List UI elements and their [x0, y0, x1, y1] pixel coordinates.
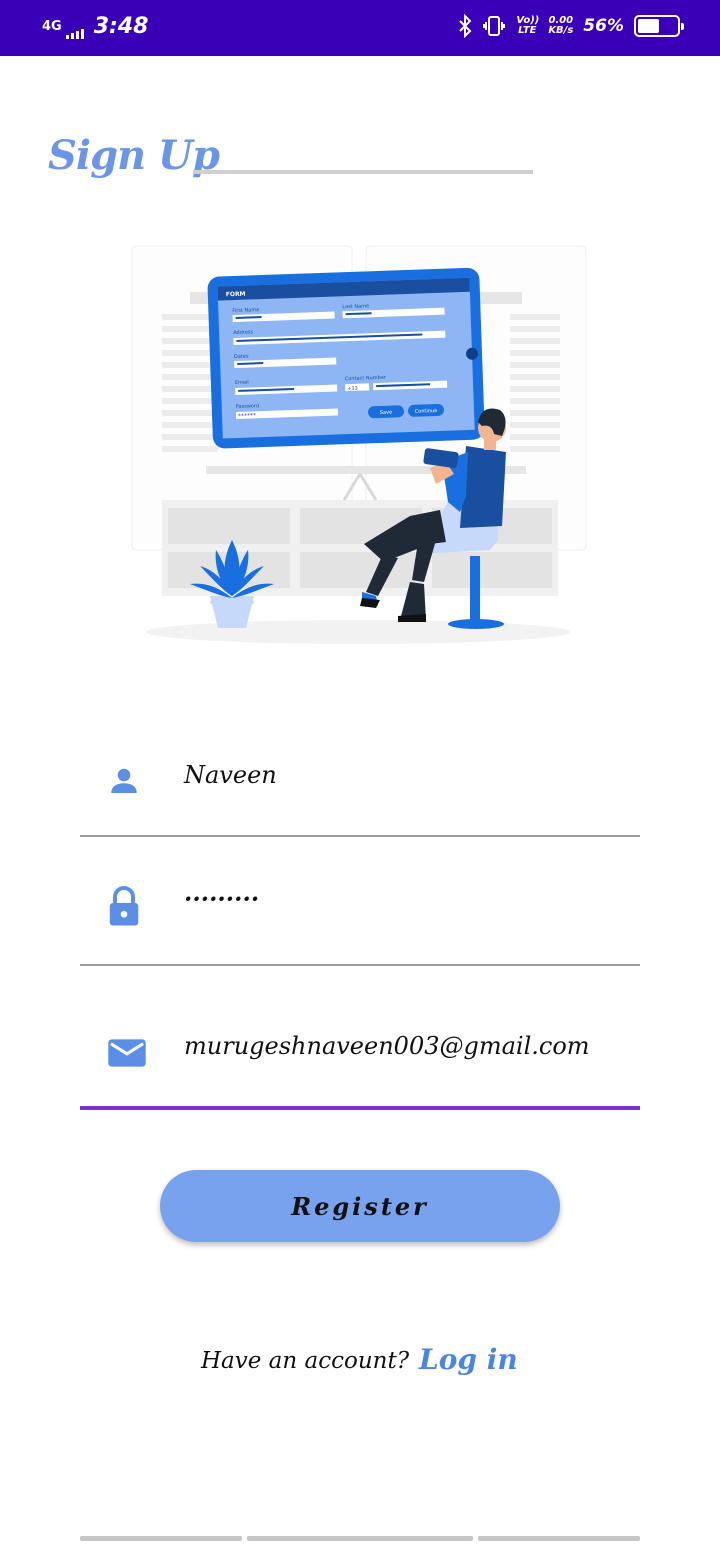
status-time: 3:48 — [93, 14, 149, 39]
login-link[interactable]: Log in — [419, 1343, 518, 1376]
person-icon — [111, 768, 137, 793]
password-input[interactable]: ········· — [184, 884, 259, 913]
svg-text:Email: Email — [235, 380, 249, 386]
signal-icon — [65, 25, 84, 39]
nav-bar-middle[interactable] — [247, 1536, 473, 1541]
svg-text:Password: Password — [236, 403, 260, 410]
status-left: 4G 3:48 — [42, 14, 148, 39]
email-input[interactable]: murugeshnaveen003@gmail.com — [184, 1032, 590, 1060]
nav-bar-left[interactable] — [80, 1536, 242, 1541]
svg-text:Last Name: Last Name — [342, 303, 369, 310]
bluetooth-icon — [459, 14, 472, 38]
mail-icon — [108, 1039, 146, 1067]
vibrate-icon — [483, 16, 506, 36]
svg-text:Address: Address — [233, 329, 254, 336]
battery-icon — [634, 15, 684, 37]
username-field[interactable]: Naveen — [80, 745, 640, 839]
network-type: 4G — [42, 18, 62, 34]
network-speed: 0.00 KB/s — [548, 15, 574, 36]
svg-text:Continue: Continue — [415, 408, 438, 415]
lock-icon — [109, 886, 139, 926]
svg-text:Save: Save — [380, 410, 392, 416]
form-title: FORM — [226, 291, 246, 299]
username-input[interactable]: Naveen — [184, 761, 277, 789]
status-right: Vo)) LTE 0.00 KB/s 56% — [458, 14, 684, 38]
battery-percent: 56% — [583, 16, 624, 36]
signup-illustration: FORM First Name Last Name Address Dates … — [131, 245, 587, 644]
nav-bar-right[interactable] — [478, 1536, 640, 1541]
svg-text:+33: +33 — [347, 386, 358, 392]
svg-text:First Name: First Name — [232, 307, 259, 314]
battery-fill — [638, 19, 659, 33]
email-field[interactable]: murugeshnaveen003@gmail.com — [80, 1020, 640, 1112]
email-underline — [80, 1106, 640, 1110]
status-bar: 4G 3:48 Vo)) LTE 0.00 KB/s 56% — [0, 0, 720, 56]
have-account-text: Have an account? — [201, 1348, 410, 1374]
username-underline — [80, 835, 640, 837]
svg-text:Dates: Dates — [234, 354, 249, 361]
register-button[interactable]: Register — [160, 1170, 560, 1242]
svg-text:******: ****** — [238, 412, 256, 420]
password-field[interactable]: ········· — [80, 870, 640, 968]
password-underline — [80, 964, 640, 966]
title-divider — [193, 170, 533, 174]
volte-indicator: Vo)) LTE — [516, 15, 540, 36]
